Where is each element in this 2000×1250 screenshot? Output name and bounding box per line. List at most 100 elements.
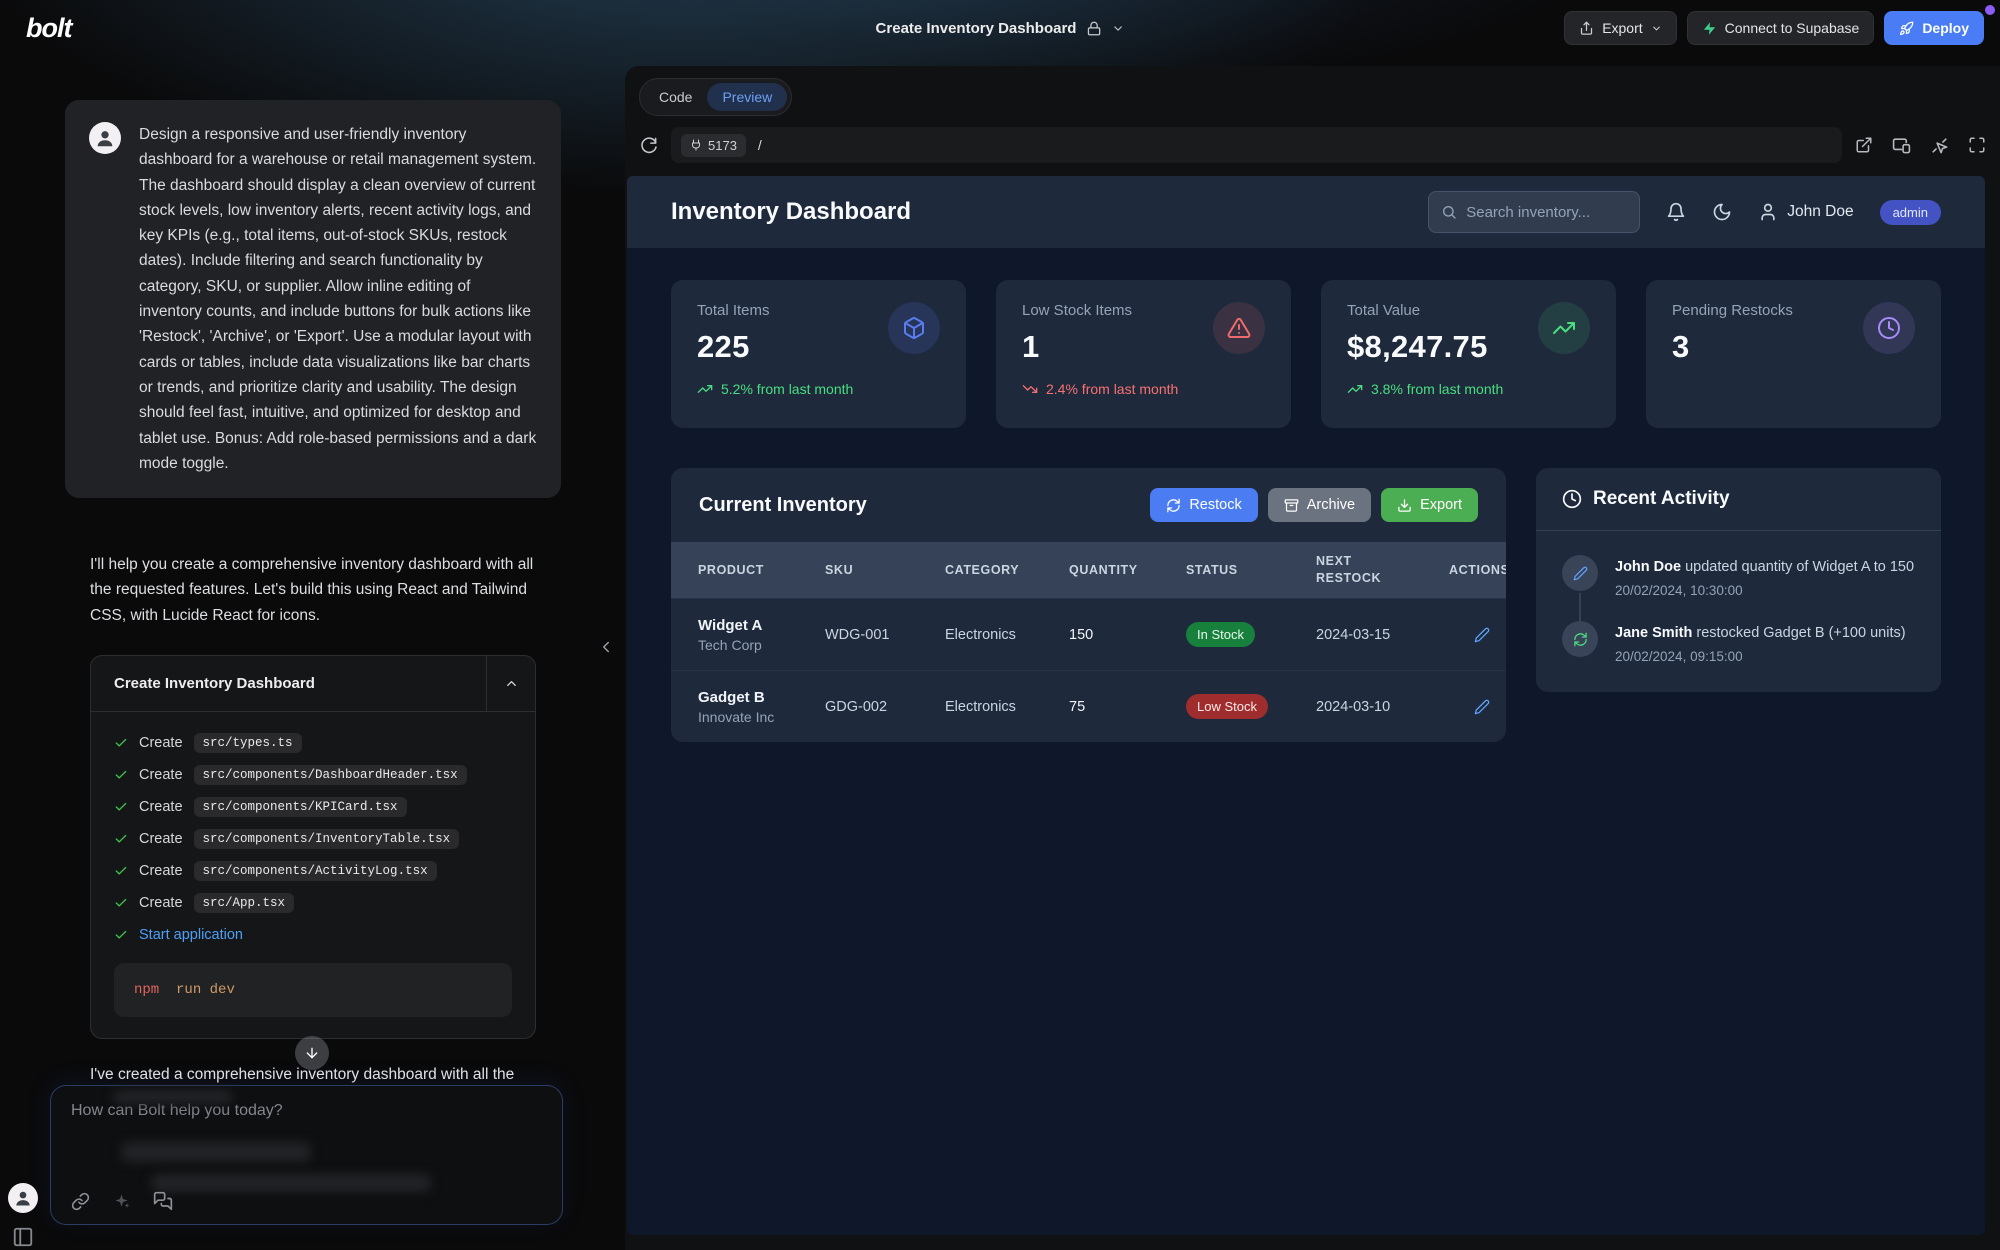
kpi-row: Total Items 225 5.2% from last month — [671, 280, 1941, 428]
redacted-content — [121, 1142, 311, 1162]
tab-preview[interactable]: Preview — [707, 83, 787, 111]
edit-row-button[interactable] — [1474, 627, 1506, 643]
file-path[interactable]: src/components/ActivityLog.tsx — [194, 861, 437, 881]
file-path[interactable]: src/components/DashboardHeader.tsx — [194, 765, 467, 785]
kpi-card-low-stock: Low Stock Items 1 2.4% from last month — [996, 280, 1291, 428]
reload-icon[interactable] — [639, 136, 658, 155]
file-path[interactable]: src/App.tsx — [194, 893, 295, 913]
top-bar: bolt Create Inventory Dashboard Export — [0, 0, 2000, 56]
account-avatar[interactable] — [8, 1183, 38, 1213]
sku-cell: GDG-002 — [825, 699, 945, 715]
chat-bubbles-icon[interactable] — [153, 1191, 173, 1211]
file-action-row: Create src/components/DashboardHeader.ts… — [114, 759, 512, 791]
project-title-menu[interactable]: Create Inventory Dashboard — [876, 20, 1125, 37]
file-action-row: Create src/App.tsx — [114, 887, 512, 919]
check-icon — [114, 864, 128, 878]
open-external-icon[interactable] — [1855, 136, 1873, 154]
column-header: Status — [1186, 562, 1316, 579]
product-supplier: Tech Corp — [698, 637, 825, 653]
fullscreen-icon[interactable] — [1968, 136, 1986, 154]
kpi-card-total-items: Total Items 225 5.2% from last month — [671, 280, 966, 428]
recent-activity-panel: Recent Activity John Doe updated quantit… — [1536, 468, 1941, 692]
inventory-search-input[interactable] — [1466, 204, 1627, 221]
table-header-row: Product SKU Category Quantity Status Nex… — [671, 542, 1506, 598]
pencil-icon — [1562, 555, 1598, 591]
sparkles-icon[interactable] — [112, 1192, 131, 1211]
archive-label: Archive — [1307, 497, 1355, 513]
port-number: 5173 — [708, 138, 737, 153]
file-action-row: Create src/components/KPICard.tsx — [114, 791, 512, 823]
arrow-down-icon — [304, 1045, 320, 1061]
export-button[interactable]: Export — [1564, 11, 1676, 45]
check-icon — [114, 768, 128, 782]
collapse-chat-handle[interactable] — [597, 638, 615, 656]
quantity-cell: 150 — [1069, 627, 1186, 643]
artifact-title: Create Inventory Dashboard — [91, 675, 486, 692]
file-path[interactable]: src/components/KPICard.tsx — [194, 797, 407, 817]
kpi-value: 225 — [697, 329, 770, 365]
collapse-artifact-button[interactable] — [486, 656, 535, 712]
status-cell: Low Stock — [1186, 694, 1316, 719]
sidebar-toggle-icon[interactable] — [12, 1226, 34, 1248]
archive-button[interactable]: Archive — [1268, 488, 1371, 522]
inspector-cursor-icon[interactable] — [1930, 136, 1949, 155]
kpi-label: Pending Restocks — [1672, 302, 1793, 319]
deploy-button[interactable]: Deploy — [1884, 11, 1984, 45]
check-icon — [114, 928, 128, 942]
table-row[interactable]: Widget A Tech Corp WDG-001 Electronics 1… — [671, 598, 1506, 670]
file-path[interactable]: src/types.ts — [194, 733, 302, 753]
responsive-devices-icon[interactable] — [1892, 136, 1911, 155]
edit-row-button[interactable] — [1474, 699, 1506, 715]
status-badge: In Stock — [1186, 622, 1255, 647]
supabase-bolt-icon — [1702, 21, 1717, 36]
dashboard-body: Total Items 225 5.2% from last month — [627, 248, 1985, 742]
start-application-link[interactable]: Start application — [139, 927, 243, 943]
file-action-row: Create src/components/InventoryTable.tsx — [114, 823, 512, 855]
bell-icon[interactable] — [1666, 202, 1686, 222]
kpi-label: Low Stock Items — [1022, 302, 1132, 319]
product-supplier: Innovate Inc — [698, 709, 825, 725]
chevron-up-icon — [504, 676, 519, 691]
refresh-icon — [1562, 621, 1598, 657]
address-bar[interactable]: 5173 / — [671, 127, 1842, 163]
dark-mode-toggle-icon[interactable] — [1712, 202, 1732, 222]
column-header: Product — [698, 562, 825, 579]
bolt-logo[interactable]: bolt — [26, 13, 71, 44]
activity-text: Jane Smith restocked Gadget B (+100 unit… — [1615, 621, 1906, 644]
activity-item: Jane Smith restocked Gadget B (+100 unit… — [1562, 621, 1915, 664]
user-menu[interactable]: John Doe — [1758, 202, 1853, 222]
chevron-down-icon — [1651, 23, 1662, 34]
kpi-label: Total Items — [697, 302, 770, 319]
product-name: Widget A — [698, 617, 825, 634]
file-path[interactable]: src/components/InventoryTable.tsx — [194, 829, 460, 849]
bulk-action-buttons: Restock Archive Export — [1150, 488, 1478, 522]
restock-button[interactable]: Restock — [1150, 488, 1257, 522]
chat-input[interactable] — [71, 1102, 531, 1136]
kpi-card-pending-restocks: Pending Restocks 3 — [1646, 280, 1941, 428]
category-cell: Electronics — [945, 627, 1069, 643]
role-badge: admin — [1880, 200, 1941, 225]
port-badge[interactable]: 5173 — [681, 134, 746, 157]
chat-input-box[interactable] — [50, 1085, 563, 1225]
activity-panel-header: Recent Activity — [1536, 468, 1941, 531]
pencil-icon — [1474, 699, 1490, 715]
redacted-content — [113, 1090, 233, 1104]
kpi-trend: 3.8% from last month — [1347, 381, 1590, 397]
file-action-row: Create src/types.ts — [114, 727, 512, 759]
connect-supabase-button[interactable]: Connect to Supabase — [1687, 11, 1875, 45]
start-application-row: Start application — [114, 919, 512, 951]
activity-item: John Doe updated quantity of Widget A to… — [1562, 555, 1915, 598]
link-icon[interactable] — [71, 1192, 90, 1211]
archive-icon — [1284, 498, 1299, 513]
url-path: / — [758, 137, 762, 153]
project-title: Create Inventory Dashboard — [876, 20, 1077, 37]
table-row[interactable]: Gadget B Innovate Inc GDG-002 Electronic… — [671, 670, 1506, 742]
scroll-to-bottom-button[interactable] — [295, 1036, 329, 1070]
assistant-intro-text: I'll help you create a comprehensive inv… — [90, 552, 546, 628]
inventory-search[interactable] — [1428, 191, 1640, 233]
export-csv-button[interactable]: Export — [1381, 488, 1478, 522]
file-action-label: Create — [139, 767, 183, 783]
file-action-label: Create — [139, 895, 183, 911]
workbench-pane: Code Preview 5173 / — [625, 66, 2000, 1250]
tab-code[interactable]: Code — [644, 83, 707, 111]
